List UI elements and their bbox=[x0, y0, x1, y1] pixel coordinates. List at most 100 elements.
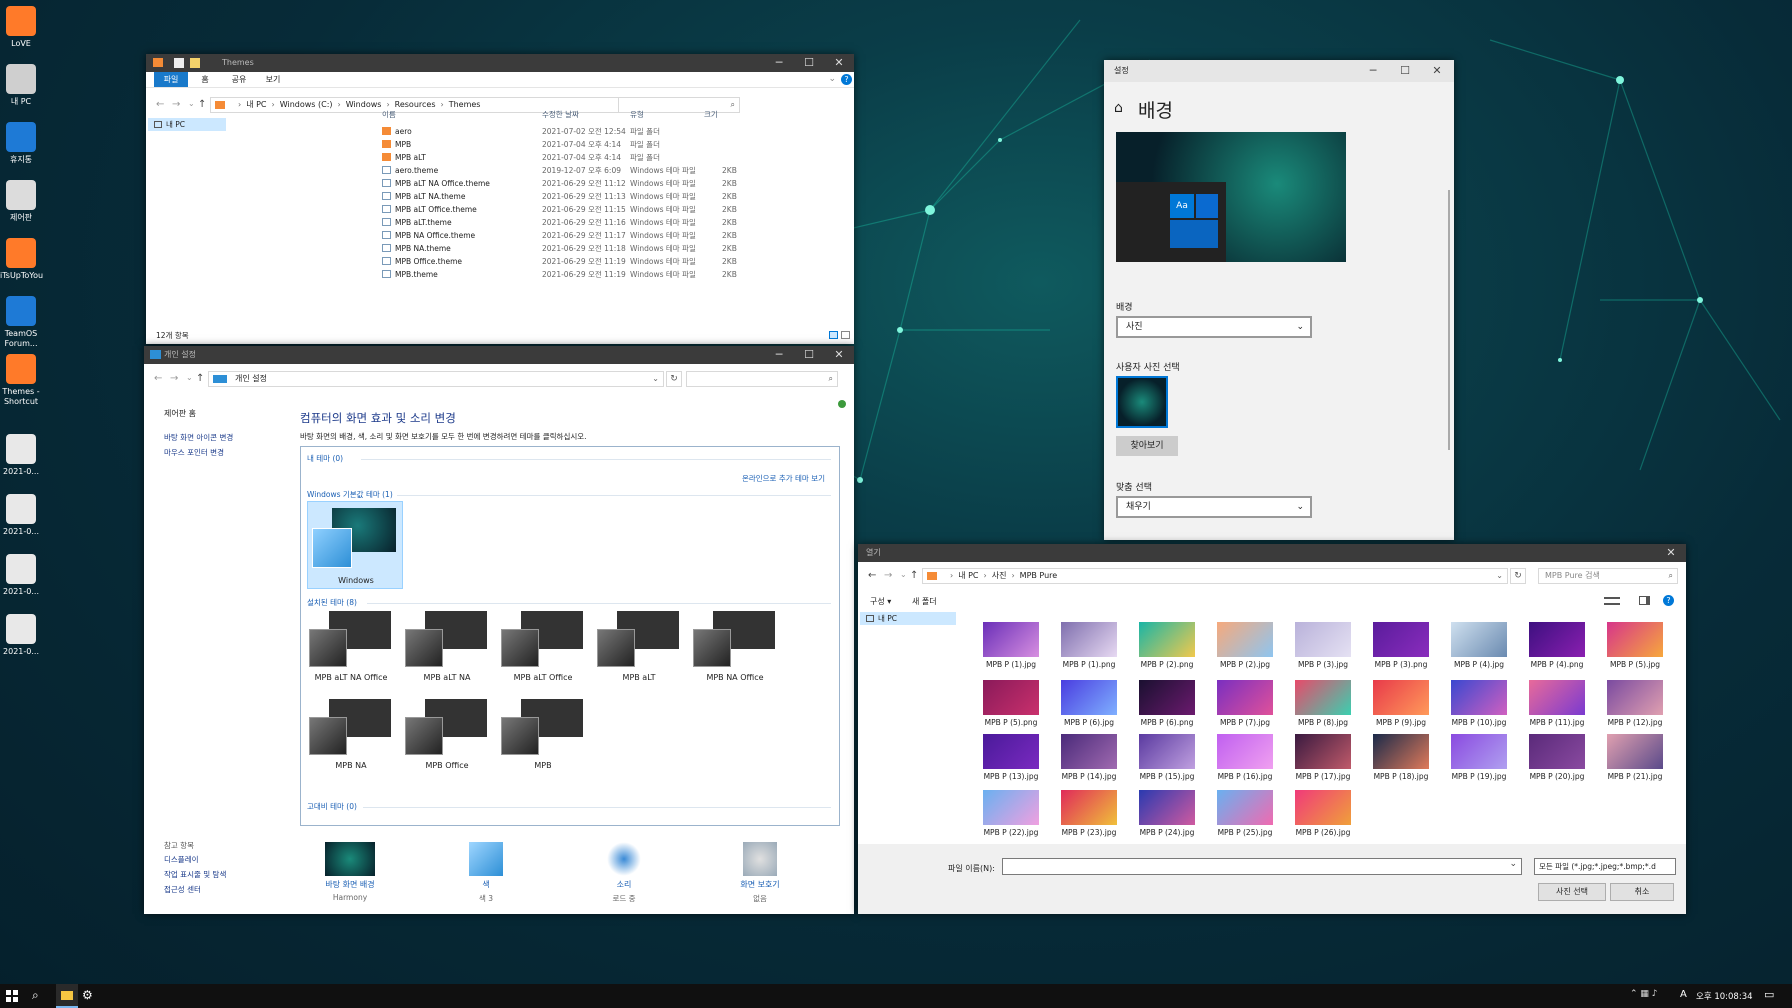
file-row[interactable]: MPB 2021-07-04 오후 4:14 파일 폴더 bbox=[382, 138, 762, 151]
organize-button[interactable]: 구성 ▾ bbox=[870, 596, 891, 607]
see-also-link[interactable]: 접근성 센터 bbox=[164, 884, 201, 895]
background-select[interactable]: 사진 ⌄ bbox=[1116, 316, 1312, 338]
image-file-tile[interactable]: MPB P (23).jpg bbox=[1060, 790, 1118, 837]
breadcrumb-item[interactable]: 내 PC bbox=[958, 571, 978, 580]
desktop-icon[interactable]: 휴지통 bbox=[0, 122, 42, 165]
notification-icon[interactable]: ▭ bbox=[1764, 988, 1774, 1001]
cancel-button[interactable]: 취소 bbox=[1610, 883, 1674, 901]
image-file-tile[interactable]: MPB P (4).png bbox=[1528, 622, 1586, 669]
see-also-link[interactable]: 작업 표시줄 및 탐색 bbox=[164, 869, 226, 880]
breadcrumb-separator[interactable]: › bbox=[338, 100, 341, 109]
filter-select[interactable]: 모든 파일 (*.jpg;*.jpeg;*.bmp;*.d bbox=[1534, 858, 1676, 875]
image-file-tile[interactable]: MPB P (10).jpg bbox=[1450, 680, 1508, 727]
breadcrumb-separator[interactable]: › bbox=[950, 571, 953, 580]
image-file-tile[interactable]: MPB P (19).jpg bbox=[1450, 734, 1508, 781]
image-file-tile[interactable]: MPB P (16).jpg bbox=[1216, 734, 1274, 781]
desktop-icon[interactable]: 2021-0... bbox=[0, 554, 42, 597]
theme-item[interactable]: MPB aLT Office bbox=[501, 611, 585, 689]
breadcrumb-separator[interactable]: › bbox=[1011, 571, 1014, 580]
column-date[interactable]: 수정한 날짜 bbox=[542, 108, 579, 121]
minimize-icon[interactable]: ─ bbox=[764, 54, 794, 72]
image-file-tile[interactable]: MPB P (24).jpg bbox=[1138, 790, 1196, 837]
personalization-titlebar[interactable]: 개인 설정 ─ ☐ ✕ bbox=[144, 346, 854, 364]
online-themes-link[interactable]: 온라인으로 추가 테마 보기 bbox=[742, 473, 825, 484]
view-options-icon[interactable] bbox=[1604, 597, 1620, 605]
forward-icon[interactable]: → bbox=[884, 570, 892, 581]
back-icon[interactable]: ← bbox=[156, 99, 164, 110]
tray-icons[interactable]: ⌃ ▦ ♪ bbox=[1630, 989, 1658, 999]
file-row[interactable]: MPB aLT.theme 2021-06-29 오전 11:16 Windows … bbox=[382, 216, 762, 229]
file-row[interactable]: MPB.theme 2021-06-29 오전 11:19 Windows 테마 파… bbox=[382, 268, 762, 281]
details-view-icon[interactable] bbox=[829, 331, 838, 339]
back-icon[interactable]: ← bbox=[868, 570, 876, 581]
theme-item[interactable]: MPB NA Office bbox=[693, 611, 777, 689]
theme-windows[interactable]: Windows bbox=[307, 501, 403, 589]
image-file-tile[interactable]: MPB P (26).jpg bbox=[1294, 790, 1352, 837]
desktop-icon[interactable]: 제어판 bbox=[0, 180, 42, 223]
image-file-tile[interactable]: MPB P (15).jpg bbox=[1138, 734, 1196, 781]
image-file-tile[interactable]: MPB P (1).png bbox=[1060, 622, 1118, 669]
recent-icon[interactable]: ⌄ bbox=[900, 570, 907, 579]
image-file-tile[interactable]: MPB P (2).png bbox=[1138, 622, 1196, 669]
recent-photo-thumb[interactable] bbox=[1116, 376, 1168, 428]
checkmark-icon[interactable] bbox=[174, 58, 184, 68]
close-icon[interactable]: ✕ bbox=[1656, 544, 1686, 562]
breadcrumb-item[interactable]: 내 PC bbox=[246, 100, 266, 109]
sidebar-link[interactable]: 마우스 포인터 변경 bbox=[164, 447, 224, 458]
breadcrumb-item[interactable]: 사진 bbox=[992, 571, 1007, 580]
search-input[interactable]: MPB Pure 검색 ⌕ bbox=[1538, 568, 1678, 584]
desktop-icon[interactable]: Themes - Shortcut bbox=[0, 354, 42, 407]
image-file-tile[interactable]: MPB P (14).jpg bbox=[1060, 734, 1118, 781]
settings-taskbar-icon[interactable]: ⚙ bbox=[82, 988, 93, 1002]
chevron-down-icon[interactable]: ⌄ bbox=[1509, 859, 1517, 869]
start-icon[interactable] bbox=[6, 990, 18, 1002]
new-folder-icon[interactable] bbox=[190, 58, 200, 68]
search-icon[interactable]: ⌕ bbox=[32, 988, 39, 1003]
desktop-icon[interactable]: LoVE bbox=[0, 6, 42, 49]
chevron-down-icon[interactable]: ⌄ bbox=[1496, 569, 1503, 583]
desktop-icon[interactable]: iTsUpToYou bbox=[0, 238, 43, 281]
fit-select[interactable]: 채우기 ⌄ bbox=[1116, 496, 1312, 518]
close-icon[interactable]: ✕ bbox=[824, 54, 854, 72]
theme-item[interactable]: MPB NA bbox=[309, 699, 393, 777]
image-file-tile[interactable]: MPB P (12).jpg bbox=[1606, 680, 1664, 727]
desktop-icon[interactable]: 2021-0... bbox=[0, 494, 42, 537]
image-file-tile[interactable]: MPB P (9).jpg bbox=[1372, 680, 1430, 727]
image-file-tile[interactable]: MPB P (17).jpg bbox=[1294, 734, 1352, 781]
new-folder-button[interactable]: 새 폴더 bbox=[912, 596, 937, 607]
breadcrumb-item[interactable]: MPB Pure bbox=[1020, 571, 1058, 580]
help-icon[interactable]: ? bbox=[841, 74, 852, 85]
image-file-tile[interactable]: MPB P (7).jpg bbox=[1216, 680, 1274, 727]
theme-item[interactable]: MPB Office bbox=[405, 699, 489, 777]
filename-input[interactable]: ⌄ bbox=[1002, 858, 1522, 875]
image-file-tile[interactable]: MPB P (2).jpg bbox=[1216, 622, 1274, 669]
up-icon[interactable]: ↑ bbox=[196, 373, 204, 384]
column-type[interactable]: 유형 bbox=[630, 108, 644, 121]
up-icon[interactable]: ↑ bbox=[910, 570, 918, 581]
maximize-icon[interactable]: ☐ bbox=[1390, 60, 1420, 82]
scrollbar[interactable] bbox=[1448, 190, 1450, 450]
image-file-tile[interactable]: MPB P (13).jpg bbox=[982, 734, 1040, 781]
breadcrumb-separator[interactable]: › bbox=[272, 100, 275, 109]
sidebar-link[interactable]: 바탕 화면 아이콘 변경 bbox=[164, 432, 233, 443]
screensaver-setting[interactable]: 화면 보호기 없음 bbox=[710, 842, 810, 904]
minimize-icon[interactable]: ─ bbox=[764, 346, 794, 364]
recent-icon[interactable]: ⌄ bbox=[186, 373, 193, 382]
theme-item[interactable]: MPB aLT bbox=[597, 611, 681, 689]
image-file-tile[interactable]: MPB P (6).jpg bbox=[1060, 680, 1118, 727]
chevron-down-icon[interactable]: ⌄ bbox=[828, 74, 836, 84]
column-size[interactable]: 크기 bbox=[704, 108, 718, 121]
up-icon[interactable]: ↑ bbox=[198, 99, 206, 110]
color-setting[interactable]: 색색 3 bbox=[436, 842, 536, 904]
search-input[interactable]: ⌕ bbox=[686, 371, 838, 387]
maximize-icon[interactable]: ☐ bbox=[794, 346, 824, 364]
ribbon-tab[interactable]: 홈 bbox=[188, 72, 222, 87]
home-icon[interactable]: ⌂ bbox=[1114, 100, 1123, 116]
preview-pane-icon[interactable] bbox=[1639, 596, 1650, 605]
image-file-tile[interactable]: MPB P (21).jpg bbox=[1606, 734, 1664, 781]
file-row[interactable]: MPB aLT NA Office.theme 2021-06-29 오전 11:… bbox=[382, 177, 762, 190]
breadcrumb-item[interactable]: Windows (C:) bbox=[280, 100, 333, 109]
nav-item-this-pc[interactable]: 내 PC bbox=[860, 612, 956, 625]
settings-titlebar[interactable]: 설정 ─ ☐ ✕ bbox=[1104, 60, 1454, 82]
close-icon[interactable]: ✕ bbox=[1422, 60, 1452, 82]
